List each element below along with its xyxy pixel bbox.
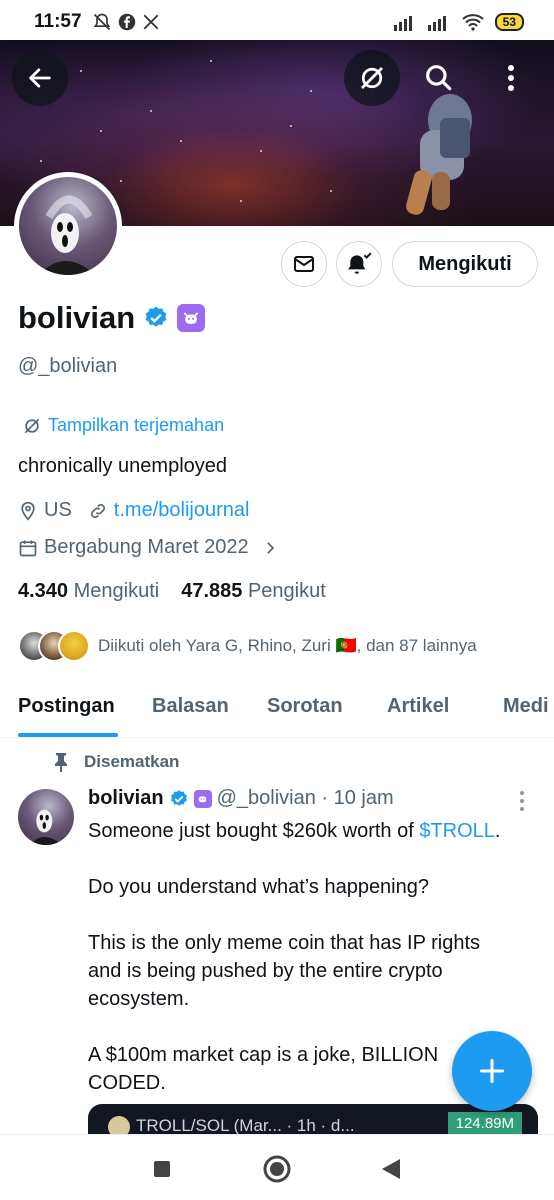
translate-icon	[24, 418, 40, 433]
post-author-name[interactable]: bolivian	[88, 787, 164, 810]
post-paragraph-2: Do you understand what’s happening?	[88, 876, 429, 898]
profile-bio: chronically unemployed	[18, 455, 228, 477]
following-label: Mengikuti	[73, 580, 160, 602]
home-icon[interactable]	[262, 1154, 292, 1184]
pinned-label-row: Disematkan	[52, 752, 179, 772]
signal-icon	[393, 16, 412, 31]
post-author-avatar[interactable]	[18, 789, 74, 845]
search-button[interactable]	[416, 50, 462, 106]
system-nav-bar	[0, 1134, 554, 1200]
tab-media[interactable]: Medi	[503, 695, 549, 718]
wifi-icon	[461, 14, 484, 31]
post-header: bolivian @_bolivian · 10 jam	[88, 787, 394, 810]
affiliate-badge-icon[interactable]	[177, 304, 206, 332]
recents-icon[interactable]	[152, 1159, 172, 1179]
followers-label: Pengikut	[247, 580, 326, 602]
mail-icon	[294, 256, 314, 272]
followers-count-link[interactable]: 47.885 Pengikut	[181, 580, 326, 603]
followed-by-text: Diikuti oleh Yara G, Rhino, Zuri 🇵🇹, dan…	[98, 636, 477, 655]
tab-posts[interactable]: Postingan	[18, 695, 115, 718]
message-button[interactable]	[281, 241, 327, 287]
post-handle-time: @_bolivian · 10 jam	[216, 787, 394, 809]
profile-name: bolivian	[18, 300, 136, 335]
profile-handle: @_bolivian	[18, 355, 118, 377]
x-logo-icon	[143, 14, 158, 30]
scream-mask-image	[39, 195, 95, 275]
profile-link[interactable]: t.me/bolijournal	[114, 499, 250, 522]
tab-highlights[interactable]: Sorotan	[267, 695, 343, 718]
status-time: 11:57	[34, 11, 82, 32]
tab-articles[interactable]: Artikel	[387, 695, 449, 718]
active-tab-indicator	[18, 733, 118, 737]
verified-badge-icon[interactable]	[143, 305, 169, 331]
translate-link[interactable]: Tampilkan terjemahan	[22, 415, 224, 436]
status-bar: 11:57 53	[0, 0, 554, 44]
pin-icon	[55, 753, 67, 772]
scream-mask-image	[29, 809, 62, 845]
following-button[interactable]: Mengikuti	[392, 241, 538, 287]
grok-button[interactable]	[344, 50, 400, 106]
bell-off-icon	[93, 13, 110, 31]
signal-icon-2	[427, 16, 446, 31]
profile-joined-row[interactable]: Bergabung Maret 2022	[18, 536, 279, 559]
post-paragraph-3: This is the only meme coin that has IP r…	[88, 932, 481, 1010]
more-vertical-icon	[520, 791, 524, 811]
arrow-left-icon	[29, 68, 51, 88]
back-nav-icon[interactable]	[380, 1157, 402, 1181]
cashtag-link[interactable]: $TROLL	[419, 820, 495, 842]
media-chart-title: TROLL/SOL (Mar... · 1h · d...	[136, 1116, 355, 1135]
plus-icon	[479, 1058, 505, 1084]
back-button[interactable]	[12, 50, 68, 106]
pinned-label: Disematkan	[84, 752, 180, 771]
affiliate-badge-icon	[193, 789, 212, 808]
post-paragraph-1: Someone just bought $260k worth of $TROL…	[88, 820, 501, 842]
link-icon	[90, 503, 105, 518]
following-count-link[interactable]: 4.340 Mengikuti	[18, 580, 159, 603]
translate-label: Tampilkan terjemahan	[48, 415, 225, 435]
calendar-icon	[19, 540, 37, 556]
follow-counts: 4.340 Mengikuti 47.885 Pengikut	[18, 580, 326, 603]
profile-meta-row: US t.me/bolijournal	[18, 499, 249, 522]
notifications-button[interactable]	[336, 241, 382, 287]
location-pin-icon	[21, 501, 35, 521]
profile-tabs: Postingan Balasan Sorotan Artikel Medi	[0, 690, 554, 738]
post-more-button[interactable]	[518, 790, 526, 817]
facebook-icon	[118, 13, 135, 31]
more-options-button[interactable]	[488, 50, 534, 106]
battery-level: 53	[494, 13, 524, 31]
bell-check-icon	[348, 252, 372, 274]
post-paragraph-4: A $100m market cap is a joke, BILLION CO…	[88, 1044, 439, 1094]
tab-replies[interactable]: Balasan	[152, 695, 229, 718]
media-chart-price: 124.89M	[447, 1112, 522, 1135]
followed-by-row[interactable]: Diikuti oleh Yara G, Rhino, Zuri 🇵🇹, dan…	[18, 630, 477, 662]
chevron-right-icon	[266, 541, 274, 554]
search-icon	[426, 65, 452, 91]
follower-avatar-3	[58, 630, 90, 662]
verified-badge-icon	[170, 789, 187, 806]
following-count: 4.340	[18, 580, 69, 602]
profile-avatar[interactable]	[14, 172, 122, 280]
more-vertical-icon	[508, 65, 514, 91]
profile-location: US	[44, 499, 72, 521]
compose-button[interactable]	[452, 1031, 532, 1111]
profile-name-row: bolivian	[18, 300, 206, 336]
grok-icon	[361, 67, 383, 89]
followers-count: 47.885	[181, 580, 243, 602]
profile-joined: Bergabung Maret 2022	[44, 536, 249, 558]
